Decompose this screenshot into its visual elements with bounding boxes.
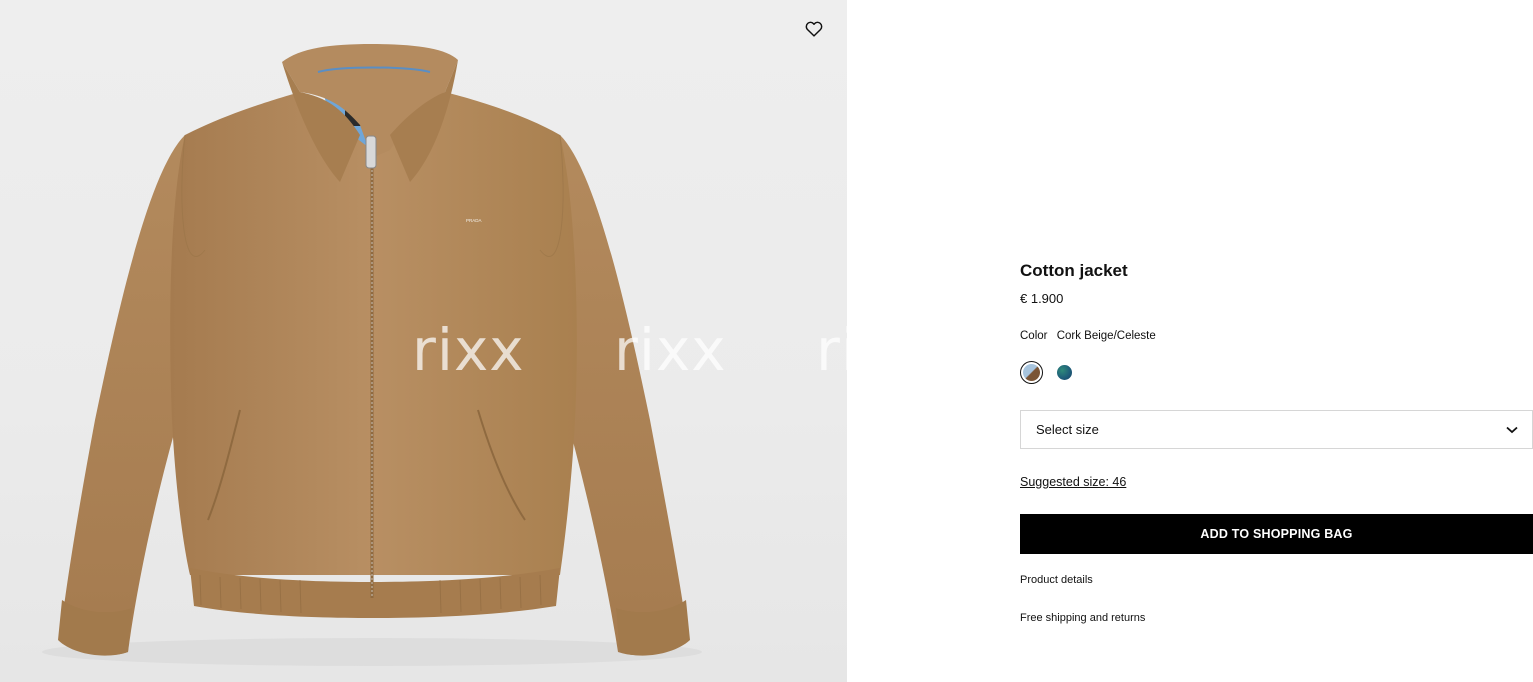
- product-details-link[interactable]: Product details: [1020, 574, 1093, 586]
- color-row: Color Cork Beige/Celeste: [1020, 330, 1156, 342]
- brand-logo: PRADA: [466, 218, 482, 223]
- wishlist-button[interactable]: [802, 17, 826, 41]
- heart-icon: [805, 21, 823, 37]
- color-swatch-cork-beige-celeste[interactable]: [1020, 361, 1043, 384]
- product-image: PRADA: [42, 44, 702, 666]
- color-swatches: [1020, 361, 1076, 384]
- swatch-dot: [1057, 365, 1072, 380]
- product-info-panel: Cotton jacket € 1.900 Color Cork Beige/C…: [847, 0, 1533, 682]
- color-swatch-teal-blue[interactable]: [1053, 361, 1076, 384]
- size-select-label: Select size: [1036, 422, 1099, 437]
- size-select[interactable]: Select size: [1020, 410, 1533, 449]
- color-value: Cork Beige/Celeste: [1056, 330, 1156, 342]
- add-to-bag-button[interactable]: ADD TO SHOPPING BAG: [1020, 514, 1533, 554]
- product-title: Cotton jacket: [1020, 261, 1128, 280]
- product-image-panel: PRADA rixx rixx ri: [0, 0, 847, 682]
- free-shipping-link[interactable]: Free shipping and returns: [1020, 612, 1145, 624]
- swatch-dot: [1023, 364, 1040, 381]
- suggested-size-link[interactable]: Suggested size: 46: [1020, 475, 1126, 489]
- color-label: Color: [1020, 330, 1048, 342]
- product-page: PRADA rixx rixx ri Cotton jacket € 1.900…: [0, 0, 1533, 682]
- product-price: € 1.900: [1020, 291, 1064, 306]
- chevron-down-icon: [1506, 426, 1518, 433]
